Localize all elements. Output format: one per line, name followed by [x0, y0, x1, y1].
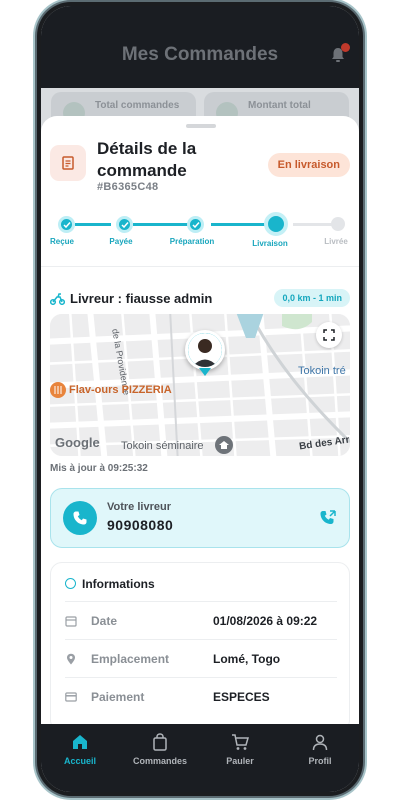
nav-label: Profil — [308, 756, 332, 766]
nav-label: Accueil — [63, 756, 96, 766]
phone-call-icon[interactable] — [319, 509, 337, 527]
call-label: Votre livreur — [107, 501, 171, 513]
sheet-drag-handle[interactable] — [186, 124, 216, 128]
step-connector — [211, 223, 267, 226]
info-value: ESPECES — [213, 690, 270, 704]
courier-phone-number: 90908080 — [107, 517, 174, 533]
order-details-sheet: Détails de la commande #B6365C48 En livr… — [41, 116, 359, 726]
last-updated-text: Mis à jour à 09:25:32 — [50, 463, 148, 474]
information-card: Informations Date 01/08/2026 à 09:22 Emp… — [50, 562, 350, 726]
notification-badge — [341, 43, 350, 52]
map-attribution: Google — [55, 435, 100, 450]
stat-label: Total commandes — [95, 100, 180, 111]
home-icon — [73, 735, 87, 749]
shopping-bag-icon — [153, 733, 167, 751]
status-badge: En livraison — [267, 153, 350, 177]
step-done-icon — [187, 216, 204, 233]
nav-item-profil[interactable]: Profil — [285, 732, 355, 766]
info-label: Paiement — [91, 690, 145, 704]
info-value: Lomé, Togo — [213, 652, 281, 666]
stat-label: Montant total — [248, 100, 311, 111]
marker-tail — [199, 368, 211, 376]
courier-name: Livreur : fiausse admin — [70, 291, 213, 306]
nav-label: Pauler — [226, 756, 254, 766]
info-row-location: Emplacement Lomé, Togo — [65, 639, 337, 677]
phone-icon[interactable] — [63, 501, 97, 535]
information-title: Informations — [82, 577, 155, 591]
notification-bell-icon[interactable] — [329, 43, 350, 64]
fullscreen-icon[interactable] — [316, 322, 342, 348]
top-app-bar: Mes Commandes — [41, 6, 359, 88]
info-value: 01/08/2026 à 09:22 — [213, 614, 318, 628]
courier-header: Livreur : fiausse admin 0,0 km - 1 min — [50, 289, 350, 309]
step-label-livraison: Livraison — [252, 239, 288, 248]
bottom-navigation: Accueil Commandes Pauler Profil — [41, 724, 359, 792]
phone-frame: Mes Commandes Total commandes Montant to… — [37, 2, 363, 796]
step-connector — [75, 223, 111, 226]
live-tracking-map[interactable]: de la Providence Flav-ours PIZZERIA Toko… — [50, 314, 350, 456]
map-poi-restaurant: Flav-ours PIZZERIA — [69, 384, 172, 396]
info-icon — [65, 578, 76, 589]
step-label-preparation: Préparation — [169, 237, 215, 246]
cart-icon — [232, 734, 249, 750]
nav-item-commandes[interactable]: Commandes — [125, 732, 195, 766]
nav-item-pauler[interactable]: Pauler — [205, 732, 275, 766]
info-row-payment: Paiement ESPECES — [65, 677, 337, 715]
information-header: Informations — [65, 577, 155, 591]
step-done-icon — [116, 216, 133, 233]
step-label-payee: Payée — [109, 237, 133, 246]
info-row-date: Date 01/08/2026 à 09:22 — [65, 601, 337, 639]
step-done-icon — [58, 216, 75, 233]
screen: Mes Commandes Total commandes Montant to… — [41, 6, 359, 792]
call-courier-card[interactable]: Votre livreur 90908080 — [50, 488, 350, 548]
order-progress-stepper: Reçue Payée Préparation Livraison Livrée — [41, 211, 359, 251]
calendar-icon — [65, 616, 77, 627]
nav-label: Commandes — [132, 756, 187, 766]
step-pending-icon — [331, 217, 345, 231]
courier-avatar-marker[interactable] — [185, 330, 225, 370]
step-current-icon — [264, 212, 288, 236]
nav-item-accueil[interactable]: Accueil — [45, 732, 115, 766]
scooter-icon — [50, 293, 65, 305]
user-icon — [312, 734, 328, 751]
location-pin-icon — [67, 653, 75, 665]
step-label-recue: Reçue — [49, 237, 75, 246]
credit-card-icon — [65, 692, 77, 702]
map-area-label: Tokoin tré — [298, 365, 346, 377]
step-label-livree: Livrée — [324, 237, 348, 246]
info-label: Date — [91, 614, 118, 628]
order-id: #B6365C48 — [97, 181, 159, 193]
step-connector — [133, 223, 189, 226]
order-title: Détails de la commande — [97, 139, 197, 180]
step-connector — [293, 223, 333, 226]
page-title: Mes Commandes — [121, 44, 279, 65]
avatar — [188, 333, 222, 367]
info-label: Emplacement — [91, 652, 170, 666]
divider — [41, 266, 359, 267]
map-poi-school: Tokoin séminaire — [121, 440, 204, 452]
receipt-icon — [50, 145, 86, 181]
distance-eta-badge: 0,0 km - 1 min — [274, 289, 350, 307]
